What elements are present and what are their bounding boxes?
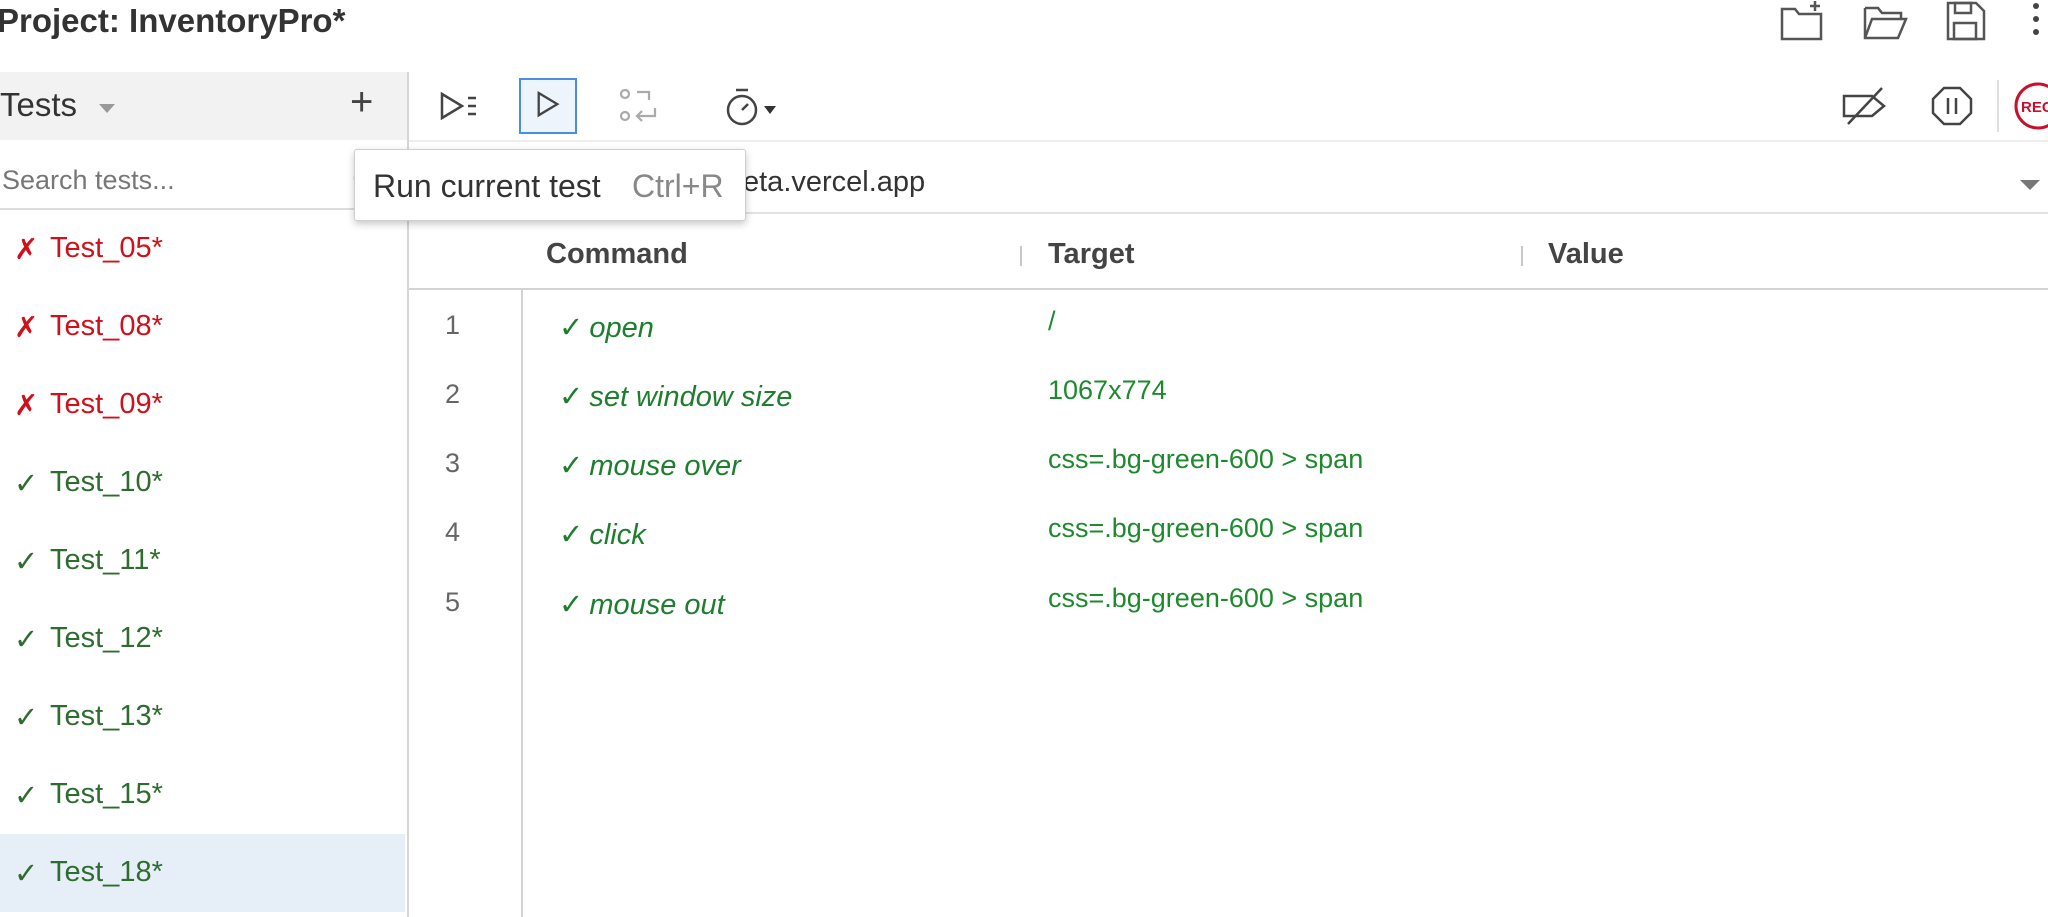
pass-check-icon: ✓ bbox=[14, 780, 39, 812]
base-url-value[interactable]: eta.vercel.app bbox=[743, 166, 925, 199]
pass-check-icon: ✓ bbox=[559, 519, 584, 551]
fail-mark-icon: ✗ bbox=[14, 312, 39, 344]
target-cell[interactable]: 1067x774 bbox=[1048, 375, 1167, 406]
command-cell[interactable]: ✓ open bbox=[559, 310, 654, 345]
command-name: mouse over bbox=[589, 450, 741, 482]
command-table-header: Command Target Value bbox=[409, 216, 2048, 290]
test-list-item[interactable]: ✗ Test_05* bbox=[0, 210, 405, 288]
target-cell[interactable]: css=.bg-green-600 > span bbox=[1048, 583, 1363, 614]
test-name: Test_13* bbox=[50, 700, 163, 732]
tests-dropdown-label[interactable]: Tests bbox=[0, 86, 77, 124]
chevron-down-icon[interactable] bbox=[99, 104, 115, 113]
tests-header: Tests + bbox=[0, 72, 407, 140]
open-project-icon[interactable] bbox=[1862, 0, 1908, 42]
search-tests-input[interactable] bbox=[0, 156, 342, 204]
pass-check-icon: ✓ bbox=[559, 589, 584, 621]
command-row[interactable]: 1 ✓ open / bbox=[409, 290, 2048, 360]
command-row[interactable]: 4 ✓ click css=.bg-green-600 > span bbox=[409, 497, 2048, 567]
column-divider[interactable] bbox=[1020, 246, 1022, 266]
toolbar-divider bbox=[1997, 80, 1999, 132]
column-header-value[interactable]: Value bbox=[1548, 238, 1624, 271]
disable-breakpoints-icon[interactable] bbox=[1834, 78, 1896, 134]
command-row[interactable]: 2 ✓ set window size 1067x774 bbox=[409, 359, 2048, 429]
test-list-item[interactable]: ✓ Test_15* bbox=[0, 756, 405, 834]
command-name: set window size bbox=[589, 381, 793, 413]
fail-mark-icon: ✗ bbox=[14, 390, 39, 422]
pass-check-icon: ✓ bbox=[14, 546, 39, 578]
column-divider[interactable] bbox=[1521, 246, 1523, 266]
pass-check-icon: ✓ bbox=[559, 450, 584, 482]
tooltip: Run current test Ctrl+R bbox=[354, 149, 746, 221]
command-cell[interactable]: ✓ set window size bbox=[559, 379, 792, 414]
record-label: REC bbox=[2021, 99, 2048, 116]
tests-sidebar: Tests + ✗ Test_05* ✗ Test_08* ✗ Test_09* ✓ Test… bbox=[0, 72, 409, 917]
command-name: mouse out bbox=[589, 589, 725, 621]
project-label: Project: bbox=[0, 2, 120, 39]
test-list: ✗ Test_05* ✗ Test_08* ✗ Test_09* ✓ Test_10* ✓ Tes… bbox=[0, 210, 405, 912]
toolbar: REC bbox=[409, 72, 2048, 142]
row-number: 1 bbox=[445, 310, 461, 340]
command-cell[interactable]: ✓ click bbox=[559, 517, 646, 552]
target-cell[interactable]: css=.bg-green-600 > span bbox=[1048, 513, 1363, 544]
command-row[interactable]: 3 ✓ mouse over css=.bg-green-600 > span bbox=[409, 428, 2048, 498]
project-name: InventoryPro* bbox=[129, 2, 346, 39]
tooltip-shortcut: Ctrl+R bbox=[632, 168, 724, 204]
command-row[interactable]: 5 ✓ mouse out css=.bg-green-600 > span bbox=[409, 567, 2048, 637]
search-box bbox=[0, 156, 407, 210]
save-project-icon[interactable] bbox=[1943, 0, 1989, 42]
test-name: Test_15* bbox=[50, 778, 163, 810]
test-list-item[interactable]: ✓ Test_10* bbox=[0, 444, 405, 522]
row-number: 5 bbox=[445, 587, 461, 617]
new-project-icon[interactable] bbox=[1779, 0, 1825, 42]
run-current-test-icon[interactable] bbox=[519, 78, 577, 134]
pass-check-icon: ✓ bbox=[14, 858, 39, 890]
test-list-item[interactable]: ✓ Test_18* bbox=[0, 834, 405, 912]
app-header: Project: InventoryPro* bbox=[0, 0, 2048, 74]
column-header-command[interactable]: Command bbox=[546, 238, 688, 271]
record-icon[interactable]: REC bbox=[2009, 78, 2048, 134]
test-list-item[interactable]: ✓ Test_12* bbox=[0, 600, 405, 678]
fail-mark-icon: ✗ bbox=[14, 234, 39, 266]
more-menu-icon[interactable] bbox=[2020, 0, 2048, 42]
pass-check-icon: ✓ bbox=[559, 312, 584, 344]
test-name: Test_18* bbox=[50, 856, 163, 888]
test-name: Test_12* bbox=[50, 622, 163, 654]
command-cell[interactable]: ✓ mouse out bbox=[559, 587, 725, 622]
pass-check-icon: ✓ bbox=[14, 702, 39, 734]
project-title[interactable]: Project: InventoryPro* bbox=[0, 0, 345, 42]
target-cell[interactable]: / bbox=[1048, 306, 1056, 337]
test-name: Test_09* bbox=[50, 388, 163, 420]
test-list-item[interactable]: ✓ Test_13* bbox=[0, 678, 405, 756]
command-cell[interactable]: ✓ mouse over bbox=[559, 448, 741, 483]
command-name: click bbox=[589, 519, 646, 551]
row-number: 2 bbox=[445, 379, 461, 409]
add-test-button[interactable]: + bbox=[350, 82, 373, 122]
row-number: 3 bbox=[445, 448, 461, 478]
test-list-item[interactable]: ✓ Test_11* bbox=[0, 522, 405, 600]
test-name: Test_05* bbox=[50, 232, 163, 264]
pass-check-icon: ✓ bbox=[559, 381, 584, 413]
test-list-item[interactable]: ✗ Test_08* bbox=[0, 288, 405, 366]
test-list-item[interactable]: ✗ Test_09* bbox=[0, 366, 405, 444]
step-over-icon[interactable] bbox=[611, 78, 669, 134]
column-header-target[interactable]: Target bbox=[1048, 238, 1134, 271]
run-all-tests-icon[interactable] bbox=[434, 78, 492, 134]
tooltip-text: Run current test bbox=[373, 168, 601, 204]
target-cell[interactable]: css=.bg-green-600 > span bbox=[1048, 444, 1363, 475]
pass-check-icon: ✓ bbox=[14, 468, 39, 500]
speed-icon[interactable] bbox=[712, 78, 782, 134]
pause-on-exceptions-icon[interactable] bbox=[1923, 78, 1981, 134]
test-name: Test_10* bbox=[50, 466, 163, 498]
url-dropdown-icon[interactable] bbox=[2020, 180, 2040, 190]
pass-check-icon: ✓ bbox=[14, 624, 39, 656]
test-name: Test_08* bbox=[50, 310, 163, 342]
command-name: open bbox=[589, 312, 654, 344]
test-name: Test_11* bbox=[50, 544, 161, 576]
row-number: 4 bbox=[445, 517, 461, 547]
